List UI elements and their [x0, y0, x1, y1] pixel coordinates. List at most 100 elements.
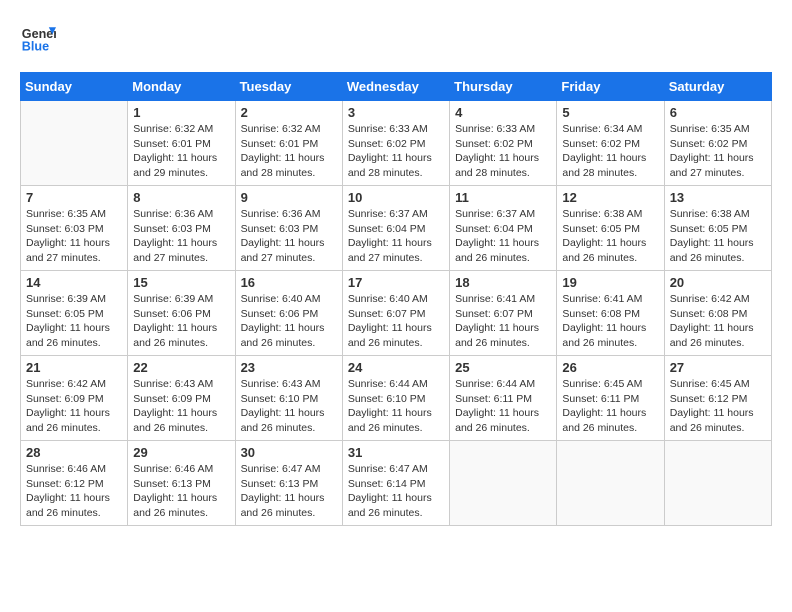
day-number: 28 — [26, 445, 122, 460]
calendar-header-row: SundayMondayTuesdayWednesdayThursdayFrid… — [21, 73, 772, 101]
day-number: 5 — [562, 105, 658, 120]
day-number: 3 — [348, 105, 444, 120]
day-info: Sunrise: 6:38 AMSunset: 6:05 PMDaylight:… — [670, 207, 766, 266]
calendar-cell: 22 Sunrise: 6:43 AMSunset: 6:09 PMDayligh… — [128, 356, 235, 441]
day-info: Sunrise: 6:32 AMSunset: 6:01 PMDaylight:… — [241, 122, 337, 181]
day-number: 22 — [133, 360, 229, 375]
day-number: 27 — [670, 360, 766, 375]
day-info: Sunrise: 6:33 AMSunset: 6:02 PMDaylight:… — [348, 122, 444, 181]
calendar-cell: 5 Sunrise: 6:34 AMSunset: 6:02 PMDaylight… — [557, 101, 664, 186]
calendar-cell: 24 Sunrise: 6:44 AMSunset: 6:10 PMDayligh… — [342, 356, 449, 441]
header-sunday: Sunday — [21, 73, 128, 101]
header-tuesday: Tuesday — [235, 73, 342, 101]
header-thursday: Thursday — [450, 73, 557, 101]
day-number: 15 — [133, 275, 229, 290]
day-number: 10 — [348, 190, 444, 205]
calendar-cell: 13 Sunrise: 6:38 AMSunset: 6:05 PMDayligh… — [664, 186, 771, 271]
day-info: Sunrise: 6:42 AMSunset: 6:09 PMDaylight:… — [26, 377, 122, 436]
day-info: Sunrise: 6:33 AMSunset: 6:02 PMDaylight:… — [455, 122, 551, 181]
day-number: 26 — [562, 360, 658, 375]
day-info: Sunrise: 6:34 AMSunset: 6:02 PMDaylight:… — [562, 122, 658, 181]
logo: General Blue — [20, 20, 60, 56]
calendar-cell: 16 Sunrise: 6:40 AMSunset: 6:06 PMDayligh… — [235, 271, 342, 356]
day-info: Sunrise: 6:39 AMSunset: 6:05 PMDaylight:… — [26, 292, 122, 351]
calendar-week-3: 21 Sunrise: 6:42 AMSunset: 6:09 PMDayligh… — [21, 356, 772, 441]
header-friday: Friday — [557, 73, 664, 101]
day-info: Sunrise: 6:46 AMSunset: 6:13 PMDaylight:… — [133, 462, 229, 521]
day-info: Sunrise: 6:42 AMSunset: 6:08 PMDaylight:… — [670, 292, 766, 351]
calendar-week-1: 7Sunrise: 6:35 AMSunset: 6:03 PMDaylight… — [21, 186, 772, 271]
calendar-cell — [450, 441, 557, 526]
calendar-cell: 30 Sunrise: 6:47 AMSunset: 6:13 PMDayligh… — [235, 441, 342, 526]
day-info: Sunrise: 6:39 AMSunset: 6:06 PMDaylight:… — [133, 292, 229, 351]
day-info: Sunrise: 6:47 AMSunset: 6:13 PMDaylight:… — [241, 462, 337, 521]
day-number: 24 — [348, 360, 444, 375]
calendar: SundayMondayTuesdayWednesdayThursdayFrid… — [20, 72, 772, 526]
day-info: Sunrise: 6:35 AMSunset: 6:02 PMDaylight:… — [670, 122, 766, 181]
calendar-cell: 12 Sunrise: 6:38 AMSunset: 6:05 PMDayligh… — [557, 186, 664, 271]
day-number: 12 — [562, 190, 658, 205]
day-number: 30 — [241, 445, 337, 460]
day-number: 2 — [241, 105, 337, 120]
day-info: Sunrise: 6:40 AMSunset: 6:06 PMDaylight:… — [241, 292, 337, 351]
day-info: Sunrise: 6:36 AMSunset: 6:03 PMDaylight:… — [133, 207, 229, 266]
page-header: General Blue — [20, 20, 772, 56]
calendar-cell: 17Sunrise: 6:40 AMSunset: 6:07 PMDayligh… — [342, 271, 449, 356]
calendar-cell: 23Sunrise: 6:43 AMSunset: 6:10 PMDayligh… — [235, 356, 342, 441]
day-number: 7 — [26, 190, 122, 205]
calendar-week-2: 14Sunrise: 6:39 AMSunset: 6:05 PMDayligh… — [21, 271, 772, 356]
calendar-cell: 3 Sunrise: 6:33 AMSunset: 6:02 PMDaylight… — [342, 101, 449, 186]
day-number: 18 — [455, 275, 551, 290]
calendar-week-0: 1 Sunrise: 6:32 AMSunset: 6:01 PMDaylight… — [21, 101, 772, 186]
calendar-cell: 31 Sunrise: 6:47 AMSunset: 6:14 PMDayligh… — [342, 441, 449, 526]
calendar-cell: 25Sunrise: 6:44 AMSunset: 6:11 PMDayligh… — [450, 356, 557, 441]
day-number: 8 — [133, 190, 229, 205]
calendar-cell — [21, 101, 128, 186]
day-number: 13 — [670, 190, 766, 205]
header-monday: Monday — [128, 73, 235, 101]
calendar-week-4: 28 Sunrise: 6:46 AMSunset: 6:12 PMDayligh… — [21, 441, 772, 526]
calendar-cell: 18Sunrise: 6:41 AMSunset: 6:07 PMDayligh… — [450, 271, 557, 356]
calendar-cell: 4 Sunrise: 6:33 AMSunset: 6:02 PMDaylight… — [450, 101, 557, 186]
day-number: 4 — [455, 105, 551, 120]
calendar-cell: 27 Sunrise: 6:45 AMSunset: 6:12 PMDayligh… — [664, 356, 771, 441]
calendar-cell: 26Sunrise: 6:45 AMSunset: 6:11 PMDayligh… — [557, 356, 664, 441]
calendar-cell: 6 Sunrise: 6:35 AMSunset: 6:02 PMDaylight… — [664, 101, 771, 186]
day-number: 1 — [133, 105, 229, 120]
calendar-cell: 21 Sunrise: 6:42 AMSunset: 6:09 PMDayligh… — [21, 356, 128, 441]
calendar-cell: 1 Sunrise: 6:32 AMSunset: 6:01 PMDaylight… — [128, 101, 235, 186]
calendar-cell: 10Sunrise: 6:37 AMSunset: 6:04 PMDayligh… — [342, 186, 449, 271]
calendar-cell: 7Sunrise: 6:35 AMSunset: 6:03 PMDaylight… — [21, 186, 128, 271]
day-info: Sunrise: 6:36 AMSunset: 6:03 PMDaylight:… — [241, 207, 337, 266]
day-info: Sunrise: 6:43 AMSunset: 6:09 PMDaylight:… — [133, 377, 229, 436]
day-number: 19 — [562, 275, 658, 290]
day-number: 16 — [241, 275, 337, 290]
day-info: Sunrise: 6:45 AMSunset: 6:12 PMDaylight:… — [670, 377, 766, 436]
calendar-cell: 8 Sunrise: 6:36 AMSunset: 6:03 PMDaylight… — [128, 186, 235, 271]
day-info: Sunrise: 6:43 AMSunset: 6:10 PMDaylight:… — [241, 377, 337, 436]
day-number: 31 — [348, 445, 444, 460]
logo-icon: General Blue — [20, 20, 56, 56]
day-info: Sunrise: 6:46 AMSunset: 6:12 PMDaylight:… — [26, 462, 122, 521]
day-number: 21 — [26, 360, 122, 375]
calendar-cell: 11Sunrise: 6:37 AMSunset: 6:04 PMDayligh… — [450, 186, 557, 271]
day-number: 9 — [241, 190, 337, 205]
header-wednesday: Wednesday — [342, 73, 449, 101]
calendar-cell: 2 Sunrise: 6:32 AMSunset: 6:01 PMDaylight… — [235, 101, 342, 186]
calendar-cell — [557, 441, 664, 526]
calendar-cell: 20 Sunrise: 6:42 AMSunset: 6:08 PMDayligh… — [664, 271, 771, 356]
calendar-cell: 15 Sunrise: 6:39 AMSunset: 6:06 PMDayligh… — [128, 271, 235, 356]
day-info: Sunrise: 6:44 AMSunset: 6:10 PMDaylight:… — [348, 377, 444, 436]
day-number: 20 — [670, 275, 766, 290]
day-number: 6 — [670, 105, 766, 120]
calendar-cell: 29Sunrise: 6:46 AMSunset: 6:13 PMDayligh… — [128, 441, 235, 526]
svg-text:Blue: Blue — [22, 40, 49, 54]
calendar-cell: 9 Sunrise: 6:36 AMSunset: 6:03 PMDaylight… — [235, 186, 342, 271]
day-info: Sunrise: 6:38 AMSunset: 6:05 PMDaylight:… — [562, 207, 658, 266]
calendar-cell: 14Sunrise: 6:39 AMSunset: 6:05 PMDayligh… — [21, 271, 128, 356]
day-info: Sunrise: 6:47 AMSunset: 6:14 PMDaylight:… — [348, 462, 444, 521]
day-number: 25 — [455, 360, 551, 375]
day-number: 17 — [348, 275, 444, 290]
calendar-cell: 28 Sunrise: 6:46 AMSunset: 6:12 PMDayligh… — [21, 441, 128, 526]
day-info: Sunrise: 6:32 AMSunset: 6:01 PMDaylight:… — [133, 122, 229, 181]
